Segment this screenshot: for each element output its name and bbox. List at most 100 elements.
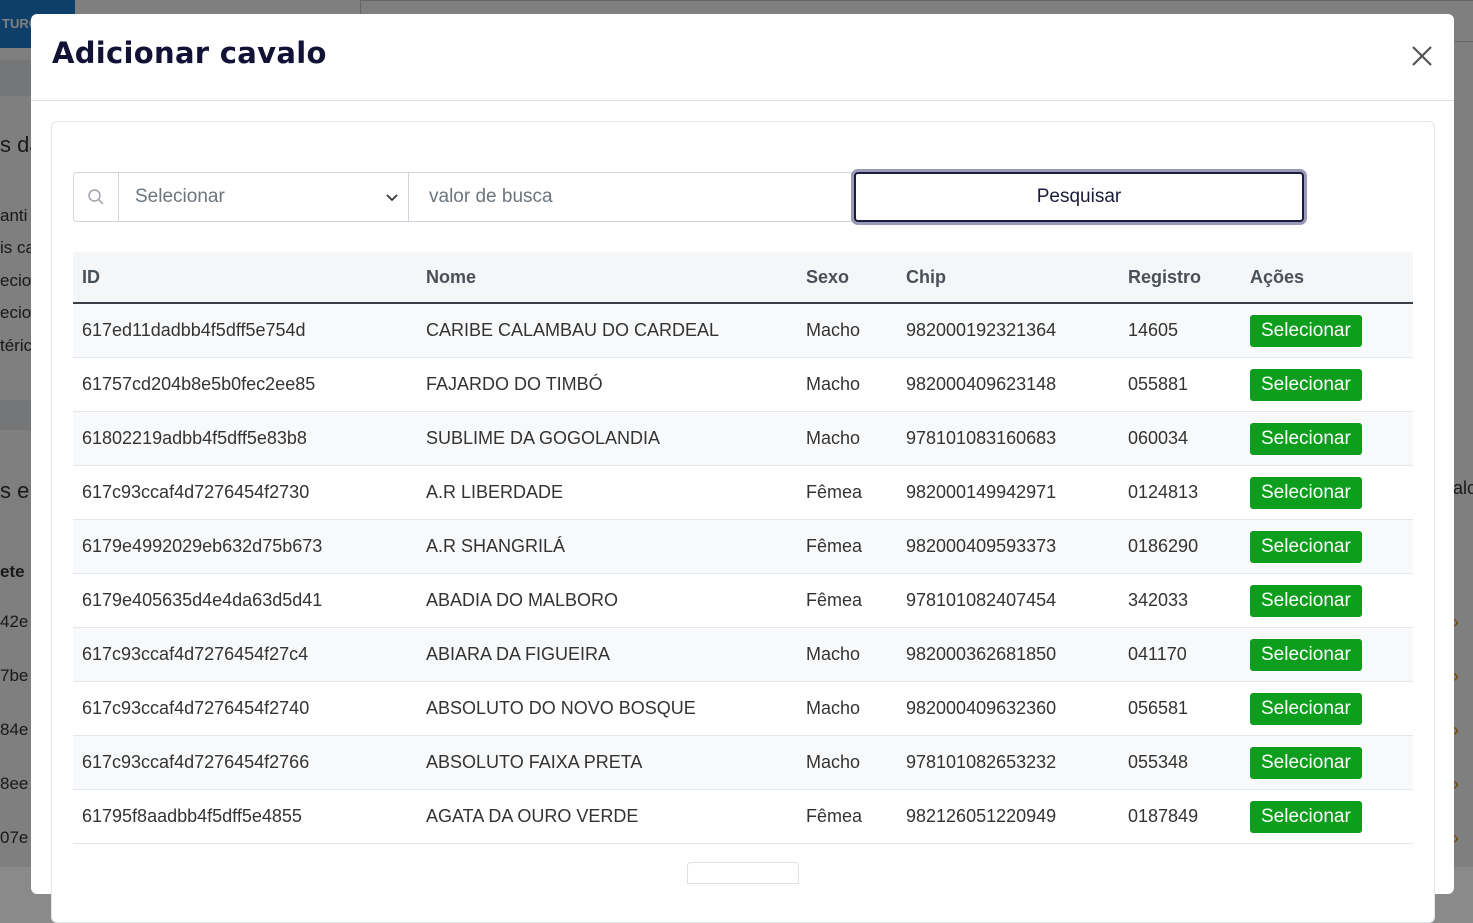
select-horse-button[interactable]: Selecionar: [1250, 692, 1362, 725]
cell-id: 617c93ccaf4d7276454f2740: [73, 681, 417, 736]
cell-chip: 982000409593373: [897, 519, 1119, 574]
cell-sex: Macho: [797, 411, 897, 466]
cell-sex: Fêmea: [797, 573, 897, 628]
column-header-sex: Sexo: [797, 252, 897, 304]
column-header-actions: Ações: [1241, 252, 1413, 304]
cell-name: ABSOLUTO DO NOVO BOSQUE: [417, 681, 797, 736]
cell-name: ABSOLUTO FAIXA PRETA: [417, 735, 797, 790]
cell-actions: Selecionar: [1241, 573, 1413, 628]
cell-registry: 056581: [1119, 681, 1241, 736]
cell-name: AGATA DA OURO VERDE: [417, 789, 797, 844]
cell-name: SUBLIME DA GOGOLANDIA: [417, 411, 797, 466]
search-icon-addon: [73, 172, 119, 222]
select-horse-button[interactable]: Selecionar: [1250, 584, 1362, 617]
search-bar: Selecionar Pesquisar: [73, 172, 1304, 222]
select-placeholder: Selecionar: [135, 186, 225, 207]
chevron-down-icon: [386, 194, 398, 202]
select-horse-button[interactable]: Selecionar: [1250, 476, 1362, 509]
select-horse-button[interactable]: Selecionar: [1250, 368, 1362, 401]
table-row: 617c93ccaf4d7276454f2766 ABSOLUTO FAIXA …: [73, 735, 1413, 790]
cell-chip: 982126051220949: [897, 789, 1119, 844]
cell-id: 61802219adbb4f5dff5e83b8: [73, 411, 417, 466]
horses-table: ID Nome Sexo Chip Registro Ações 617ed11…: [73, 252, 1413, 844]
column-header-chip: Chip: [897, 252, 1119, 304]
cell-id: 617c93ccaf4d7276454f27c4: [73, 627, 417, 682]
cell-registry: 0186290: [1119, 519, 1241, 574]
add-horse-modal: Adicionar cavalo Selecionar valor de bus…: [31, 14, 1454, 923]
cell-actions: Selecionar: [1241, 357, 1413, 412]
cell-name: ABIARA DA FIGUEIRA: [417, 627, 797, 682]
cell-name: A.R LIBERDADE: [417, 465, 797, 520]
cell-registry: 060034: [1119, 411, 1241, 466]
cell-id: 617ed11dadbb4f5dff5e754d: [73, 303, 417, 358]
table-row: 61802219adbb4f5dff5e83b8 SUBLIME DA GOGO…: [73, 411, 1413, 466]
select-horse-button[interactable]: Selecionar: [1250, 530, 1362, 563]
cell-chip: 978101082407454: [897, 573, 1119, 628]
cell-actions: Selecionar: [1241, 303, 1413, 358]
cell-id: 6179e405635d4e4da63d5d41: [73, 573, 417, 628]
cell-sex: Fêmea: [797, 465, 897, 520]
cell-name: FAJARDO DO TIMBÓ: [417, 357, 797, 412]
table-row: 617ed11dadbb4f5dff5e754d CARIBE CALAMBAU…: [73, 303, 1413, 358]
select-horse-button[interactable]: Selecionar: [1250, 746, 1362, 779]
pagination[interactable]: [687, 862, 799, 884]
cell-registry: 055881: [1119, 357, 1241, 412]
cell-registry: 0187849: [1119, 789, 1241, 844]
cell-sex: Macho: [797, 735, 897, 790]
cell-registry: 14605: [1119, 303, 1241, 358]
cell-registry: 055348: [1119, 735, 1241, 790]
column-header-registry: Registro: [1119, 252, 1241, 304]
cell-sex: Macho: [797, 681, 897, 736]
cell-name: A.R SHANGRILÁ: [417, 519, 797, 574]
table-row: 617c93ccaf4d7276454f2730 A.R LIBERDADE F…: [73, 465, 1413, 520]
cell-chip: 978101082653232: [897, 735, 1119, 790]
cell-registry: 342033: [1119, 573, 1241, 628]
cell-chip: 982000149942971: [897, 465, 1119, 520]
cell-actions: Selecionar: [1241, 519, 1413, 574]
cell-id: 617c93ccaf4d7276454f2766: [73, 735, 417, 790]
table-row: 6179e4992029eb632d75b673 A.R SHANGRILÁ F…: [73, 519, 1413, 574]
select-horse-button[interactable]: Selecionar: [1250, 800, 1362, 833]
cell-sex: Fêmea: [797, 789, 897, 844]
cell-actions: Selecionar: [1241, 627, 1413, 682]
cell-sex: Fêmea: [797, 519, 897, 574]
cell-registry: 0124813: [1119, 465, 1241, 520]
cell-chip: 982000362681850: [897, 627, 1119, 682]
cell-sex: Macho: [797, 627, 897, 682]
modal-header: Adicionar cavalo: [31, 14, 1454, 101]
cell-chip: 982000409623148: [897, 357, 1119, 412]
search-card: Selecionar Pesquisar ID Nome Sexo Chip R…: [51, 121, 1435, 923]
select-horse-button[interactable]: Selecionar: [1250, 314, 1362, 347]
cell-id: 6179e4992029eb632d75b673: [73, 519, 417, 574]
column-header-name: Nome: [417, 252, 797, 304]
select-horse-button[interactable]: Selecionar: [1250, 638, 1362, 671]
table-row: 61795f8aadbb4f5dff5e4855 AGATA DA OURO V…: [73, 789, 1413, 844]
cell-chip: 978101083160683: [897, 411, 1119, 466]
modal-title: Adicionar cavalo: [52, 36, 327, 70]
cell-id: 61795f8aadbb4f5dff5e4855: [73, 789, 417, 844]
cell-name: CARIBE CALAMBAU DO CARDEAL: [417, 303, 797, 358]
cell-name: ABADIA DO MALBORO: [417, 573, 797, 628]
close-icon: [1412, 46, 1432, 66]
column-header-id: ID: [73, 252, 417, 304]
table-row: 6179e405635d4e4da63d5d41 ABADIA DO MALBO…: [73, 573, 1413, 628]
cell-id: 617c93ccaf4d7276454f2730: [73, 465, 417, 520]
table-row: 617c93ccaf4d7276454f27c4 ABIARA DA FIGUE…: [73, 627, 1413, 682]
search-input[interactable]: [409, 172, 852, 222]
cell-actions: Selecionar: [1241, 465, 1413, 520]
search-button[interactable]: Pesquisar: [854, 172, 1304, 222]
cell-registry: 041170: [1119, 627, 1241, 682]
table-row: 61757cd204b8e5b0fec2ee85 FAJARDO DO TIMB…: [73, 357, 1413, 412]
search-field-select[interactable]: Selecionar: [119, 172, 409, 222]
cell-chip: 982000192321364: [897, 303, 1119, 358]
search-icon: [88, 189, 104, 205]
cell-actions: Selecionar: [1241, 735, 1413, 790]
select-horse-button[interactable]: Selecionar: [1250, 422, 1362, 455]
cell-actions: Selecionar: [1241, 411, 1413, 466]
close-button[interactable]: [1408, 42, 1436, 70]
table-row: 617c93ccaf4d7276454f2740 ABSOLUTO DO NOV…: [73, 681, 1413, 736]
cell-id: 61757cd204b8e5b0fec2ee85: [73, 357, 417, 412]
table-header-row: ID Nome Sexo Chip Registro Ações: [73, 252, 1413, 304]
cell-chip: 982000409632360: [897, 681, 1119, 736]
cell-actions: Selecionar: [1241, 789, 1413, 844]
